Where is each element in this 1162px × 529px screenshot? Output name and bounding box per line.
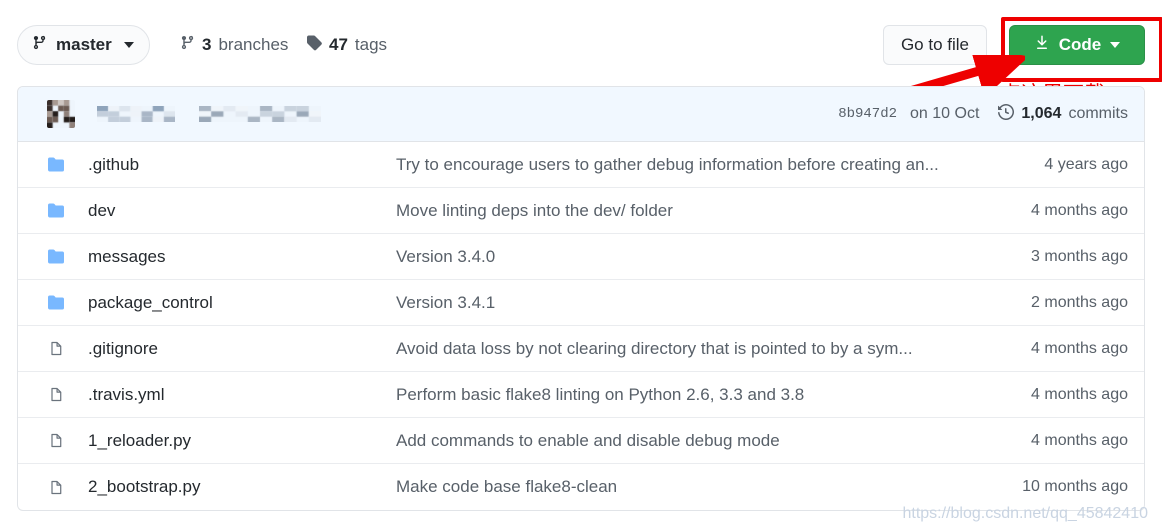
avatar[interactable]	[47, 100, 75, 128]
file-row: dev Move linting deps into the dev/ folde…	[18, 188, 1144, 234]
repo-toolbar: master 3 branches 47 tags Go to file Cod…	[0, 0, 1162, 114]
tags-count: 47	[329, 35, 348, 54]
file-commit-age: 4 years ago	[1044, 155, 1128, 173]
commit-meta: 8b947d2 on 10 Oct 1,064 commits	[838, 103, 1128, 125]
commit-author-redacted	[97, 106, 175, 122]
branches-count-link[interactable]: 3 branches	[180, 34, 288, 56]
code-button-label: Code	[1058, 35, 1102, 54]
file-commit-age: 10 months ago	[1022, 478, 1128, 495]
git-branch-icon	[180, 34, 195, 56]
branches-count: 3	[202, 35, 212, 54]
file-rows: .github Try to encourage users to gather …	[18, 142, 1144, 510]
tag-icon	[306, 34, 322, 56]
folder-icon	[48, 248, 64, 265]
commit-date: on 10 Oct	[910, 105, 980, 122]
file-commit-message[interactable]: Version 3.4.1	[396, 293, 1031, 313]
branches-label: branches	[218, 35, 289, 54]
file-commit-message[interactable]: Avoid data loss by not clearing director…	[396, 339, 1031, 359]
file-row: .travis.yml Perform basic flake8 linting …	[18, 372, 1144, 418]
file-icon	[48, 340, 64, 357]
file-commit-message[interactable]: Add commands to enable and disable debug…	[396, 431, 1031, 451]
commit-sha[interactable]: 8b947d2	[838, 106, 897, 122]
file-name-link[interactable]: 2_bootstrap.py	[88, 477, 396, 497]
file-commit-message[interactable]: Version 3.4.0	[396, 247, 1031, 267]
download-icon	[1034, 34, 1050, 56]
file-icon	[48, 432, 64, 449]
file-name-link[interactable]: 1_reloader.py	[88, 431, 396, 451]
branch-selector-button[interactable]: master	[17, 25, 150, 65]
latest-commit-bar: 8b947d2 on 10 Oct 1,064 commits	[18, 87, 1144, 142]
folder-icon	[48, 294, 64, 311]
file-icon	[48, 479, 64, 496]
file-name-link[interactable]: .github	[88, 155, 396, 175]
file-name-link[interactable]: .travis.yml	[88, 385, 396, 405]
chevron-down-icon	[123, 42, 134, 48]
commits-count-link[interactable]: 1,064 commits	[998, 103, 1128, 125]
file-row: messages Version 3.4.0 3 months ago	[18, 234, 1144, 280]
file-row: .gitignore Avoid data loss by not clearin…	[18, 326, 1144, 372]
go-to-file-label: Go to file	[900, 35, 969, 54]
file-icon	[48, 386, 64, 403]
file-row: package_control Version 3.4.1 2 months ago	[18, 280, 1144, 326]
file-name-link[interactable]: package_control	[88, 293, 396, 313]
chevron-down-icon	[1110, 42, 1121, 48]
file-row: 2_bootstrap.py Make code base flake8-clea…	[18, 464, 1144, 510]
file-commit-message[interactable]: Make code base flake8-clean	[396, 477, 1022, 497]
file-row: .github Try to encourage users to gather …	[18, 142, 1144, 188]
tags-label: tags	[354, 35, 388, 54]
file-commit-message[interactable]: Move linting deps into the dev/ folder	[396, 201, 1031, 221]
file-name-link[interactable]: .gitignore	[88, 339, 396, 359]
folder-icon	[48, 156, 64, 173]
file-commit-age: 4 months ago	[1031, 339, 1128, 357]
folder-icon	[48, 202, 64, 219]
commits-label: commits	[1068, 105, 1128, 122]
branch-name-label: master	[56, 35, 112, 54]
file-row: 1_reloader.py Add commands to enable and …	[18, 418, 1144, 464]
file-name-link[interactable]: dev	[88, 201, 396, 221]
tags-count-link[interactable]: 47 tags	[306, 34, 387, 56]
go-to-file-button[interactable]: Go to file	[882, 25, 987, 65]
history-clock-icon	[998, 103, 1015, 125]
file-commit-age: 4 months ago	[1031, 431, 1128, 449]
file-commit-message[interactable]: Try to encourage users to gather debug i…	[396, 155, 1044, 175]
file-commit-age: 4 months ago	[1031, 201, 1128, 219]
file-name-link[interactable]: messages	[88, 247, 396, 267]
file-commit-age: 2 months ago	[1031, 293, 1128, 311]
repository-file-list: 8b947d2 on 10 Oct 1,064 commits .github T…	[17, 86, 1145, 511]
commits-count: 1,064	[1021, 105, 1062, 122]
file-commit-age: 4 months ago	[1031, 385, 1128, 403]
file-commit-message[interactable]: Perform basic flake8 linting on Python 2…	[396, 385, 1031, 405]
code-download-button[interactable]: Code	[1009, 25, 1145, 65]
file-commit-age: 3 months ago	[1031, 247, 1128, 265]
git-branch-icon	[32, 34, 47, 56]
commit-message-redacted	[199, 106, 321, 122]
